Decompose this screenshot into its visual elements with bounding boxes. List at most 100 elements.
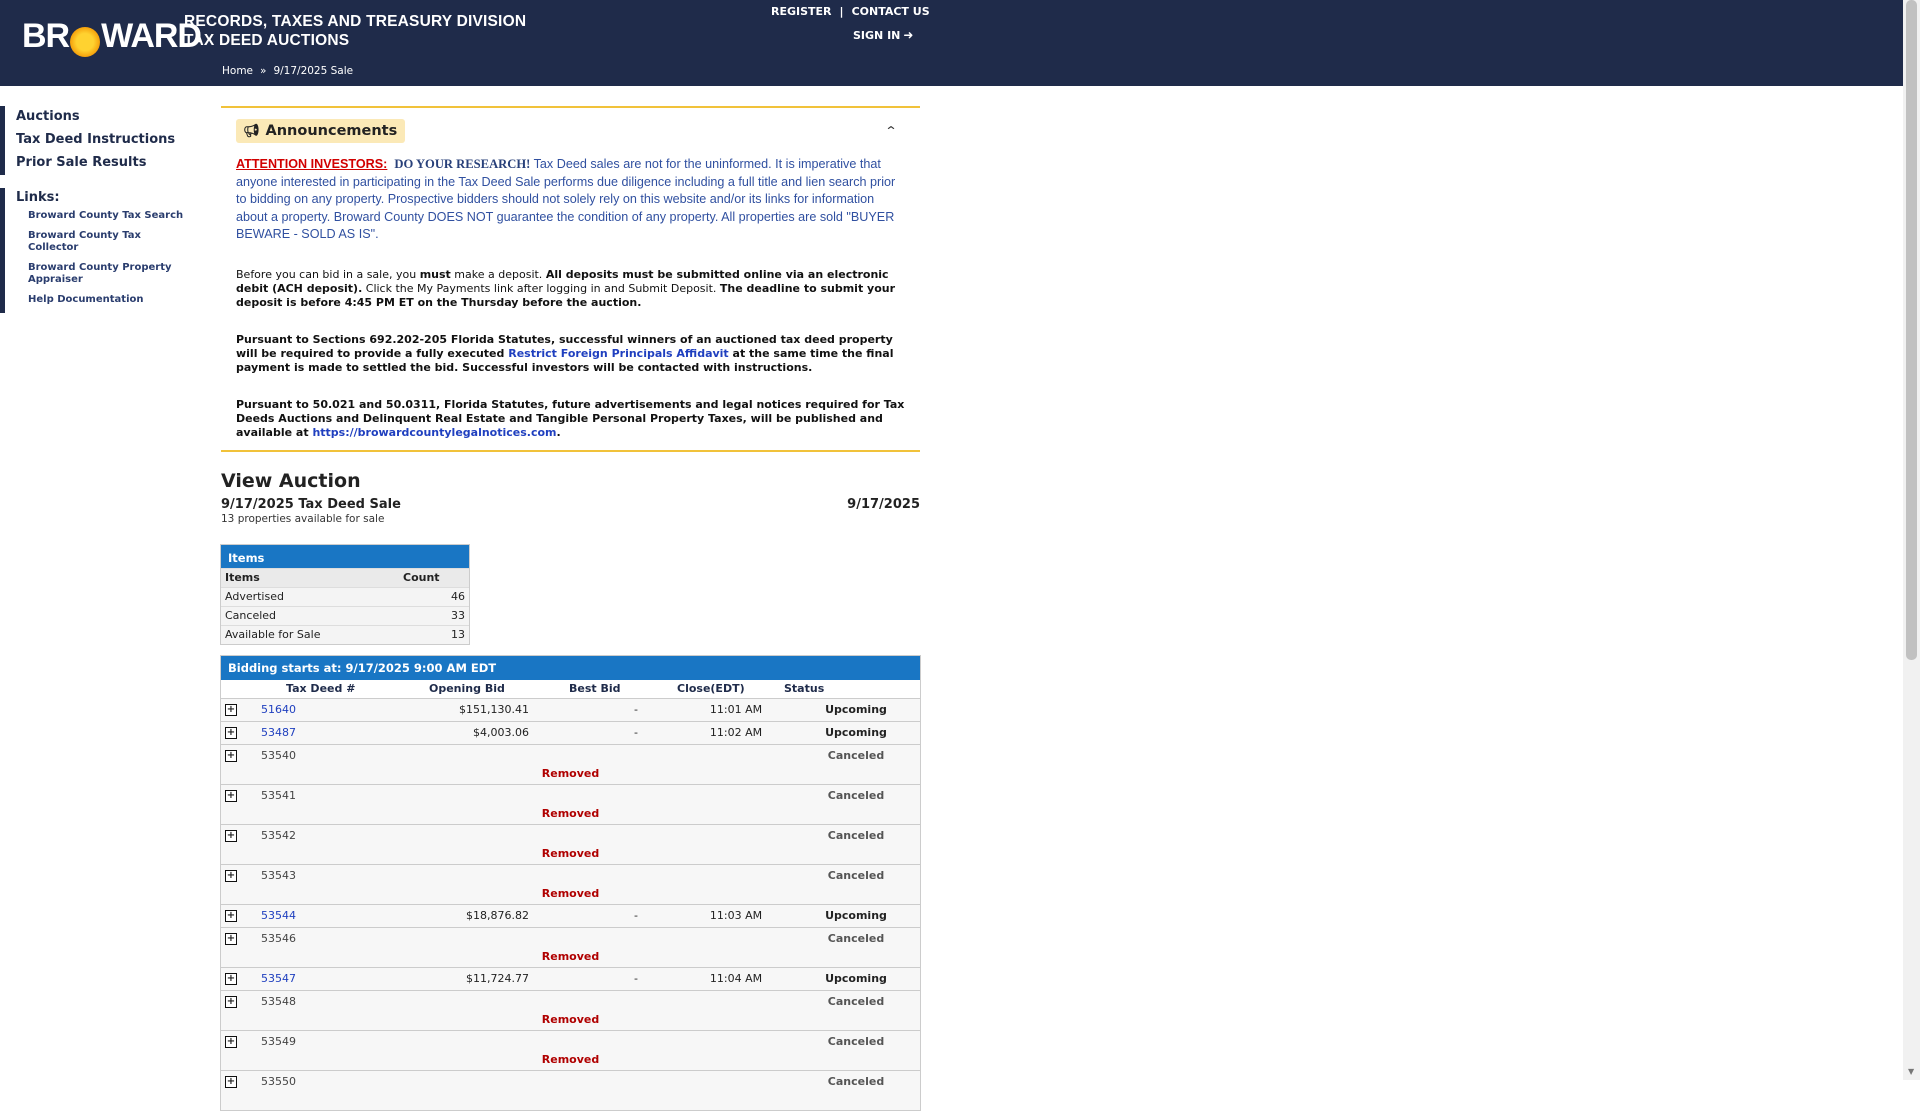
- opening-bid: $18,876.82: [466, 909, 529, 922]
- contact-us-link[interactable]: CONTACT US: [852, 5, 930, 18]
- expand-icon[interactable]: +: [225, 790, 237, 802]
- top-links: REGISTER | CONTACT US: [771, 5, 930, 18]
- expand-icon[interactable]: +: [225, 973, 237, 985]
- opening-bid: $11,724.77: [466, 972, 529, 985]
- removed-label: Removed: [541, 1053, 600, 1066]
- deposit-text-c: Click the My Payments link after logging…: [362, 281, 720, 295]
- expand-icon[interactable]: +: [225, 996, 237, 1008]
- division-title: RECORDS, TAXES AND TREASURY DIVISION TAX…: [184, 12, 526, 50]
- best-bid: -: [634, 909, 638, 922]
- table-row: + 53548 Canceled Removed: [221, 990, 920, 1030]
- table-row: + 53542 Canceled Removed: [221, 824, 920, 864]
- bidding-header-row: Tax Deed # Opening Bid Best Bid Close(ED…: [221, 680, 920, 698]
- announcements-title: Announcements: [265, 123, 398, 139]
- link-help-documentation[interactable]: Help Documentation: [5, 293, 210, 306]
- status-label: Canceled: [827, 749, 885, 762]
- sidebar-item-auctions[interactable]: Auctions: [5, 106, 210, 129]
- bidding-table: Bidding starts at: 9/17/2025 9:00 AM EDT…: [220, 655, 921, 1111]
- expand-icon[interactable]: +: [225, 910, 237, 922]
- bidding-caption: Bidding starts at: 9/17/2025 9:00 AM EDT: [221, 656, 920, 680]
- opening-bid: $151,130.41: [459, 703, 529, 716]
- items-count: 33: [451, 609, 465, 622]
- expand-icon[interactable]: +: [225, 727, 237, 739]
- items-caption: Items: [221, 545, 469, 568]
- announcement-legal-notices: Pursuant to 50.021 and 50.0311, Florida …: [236, 398, 906, 440]
- megaphone-icon: 📢︎: [243, 124, 260, 139]
- close-time: 11:02 AM: [709, 726, 763, 739]
- table-row: + 53547 $11,724.77 - 11:04 AM Upcoming: [221, 967, 920, 990]
- breadcrumb: Home » 9/17/2025 Sale: [222, 65, 353, 77]
- announcement-deposit: Before you can bid in a sale, you must m…: [236, 268, 906, 310]
- link-property-appraiser[interactable]: Broward County Property Appraiser: [5, 261, 178, 286]
- division-line-2: TAX DEED AUCTIONS: [184, 32, 350, 49]
- breadcrumb-home[interactable]: Home: [222, 65, 253, 77]
- sign-in-icon: ➜: [903, 28, 914, 42]
- tax-deed-number: 53548: [261, 995, 296, 1008]
- table-row: + 53549 Canceled Removed: [221, 1030, 920, 1070]
- chevron-up-icon[interactable]: ⌃: [884, 124, 897, 138]
- announcement-research: ATTENTION INVESTORS: DO YOUR RESEARCH! T…: [236, 156, 906, 244]
- sun-icon: [70, 27, 101, 57]
- sign-in-link[interactable]: SIGN IN ➜: [853, 28, 913, 42]
- expand-icon[interactable]: +: [225, 1076, 237, 1088]
- affidavit-link[interactable]: Restrict Foreign Principals Affidavit: [508, 347, 728, 360]
- items-row: Advertised 46: [221, 587, 469, 606]
- tax-deed-number: 53543: [261, 869, 296, 882]
- opening-bid: $4,003.06: [473, 726, 529, 739]
- tax-deed-number: 53550: [261, 1075, 296, 1088]
- expand-icon[interactable]: +: [225, 750, 237, 762]
- table-row: + 53540 Canceled Removed: [221, 744, 920, 784]
- status-label: Canceled: [827, 829, 885, 842]
- removed-label: Removed: [541, 887, 600, 900]
- items-row: Canceled 33: [221, 606, 469, 625]
- tax-deed-link[interactable]: 53547: [261, 968, 296, 990]
- header-best-bid: Best Bid: [569, 682, 621, 695]
- announcements-badge: 📢︎ Announcements: [236, 119, 406, 143]
- breadcrumb-separator: »: [260, 65, 267, 77]
- items-table: Items Items Count Advertised 46 Canceled…: [220, 544, 470, 645]
- register-link[interactable]: REGISTER: [771, 5, 832, 18]
- tax-deed-link[interactable]: 53487: [261, 722, 296, 744]
- status-label: Canceled: [827, 789, 885, 802]
- legal-notices-link[interactable]: https://browardcountylegalnotices.com: [312, 426, 556, 439]
- tax-deed-link[interactable]: 51640: [261, 699, 296, 721]
- tax-deed-number: 53542: [261, 829, 296, 842]
- removed-label: Removed: [541, 807, 600, 820]
- sign-in-label: SIGN IN: [853, 29, 901, 42]
- expand-icon[interactable]: +: [225, 704, 237, 716]
- scrollbar-thumb[interactable]: [1906, 0, 1917, 660]
- removed-label: Removed: [541, 847, 600, 860]
- tax-deed-number: 53549: [261, 1035, 296, 1048]
- deposit-must: must: [419, 267, 451, 281]
- items-count: 13: [451, 628, 465, 641]
- best-bid: -: [634, 703, 638, 716]
- breadcrumb-current: 9/17/2025 Sale: [273, 65, 354, 77]
- attention-label: ATTENTION INVESTORS:: [236, 157, 388, 171]
- sale-date: 9/17/2025: [847, 497, 920, 512]
- announcements-panel: 📢︎ Announcements ⌃ ATTENTION INVESTORS: D…: [221, 106, 920, 452]
- expand-icon[interactable]: +: [225, 1036, 237, 1048]
- page-scrollbar[interactable]: ▼: [1903, 0, 1920, 1080]
- link-tax-collector[interactable]: Broward County Tax Collector: [5, 229, 148, 254]
- deposit-text-a: Before you can bid in a sale, you: [236, 267, 420, 281]
- expand-icon[interactable]: +: [225, 933, 237, 945]
- tax-deed-number: 53541: [261, 789, 296, 802]
- table-row: + 53541 Canceled Removed: [221, 784, 920, 824]
- table-row: + 53546 Canceled Removed: [221, 927, 920, 967]
- tax-deed-link[interactable]: 53544: [261, 905, 296, 927]
- close-time: 11:03 AM: [709, 909, 763, 922]
- header-tax-deed: Tax Deed #: [286, 682, 356, 695]
- sidebar-links: Links: Broward County Tax Search Broward…: [0, 188, 210, 313]
- sale-name: 9/17/2025 Tax Deed Sale: [221, 497, 401, 512]
- broward-logo[interactable]: BR WARD: [22, 10, 202, 62]
- expand-icon[interactable]: +: [225, 870, 237, 882]
- items-label: Available for Sale: [225, 628, 321, 641]
- header-opening-bid: Opening Bid: [429, 682, 505, 695]
- link-tax-search[interactable]: Broward County Tax Search: [5, 209, 210, 222]
- sidebar-item-prior-sale-results[interactable]: Prior Sale Results: [5, 152, 210, 175]
- expand-icon[interactable]: +: [225, 830, 237, 842]
- sidebar-item-tax-deed-instructions[interactable]: Tax Deed Instructions: [5, 129, 210, 152]
- header-close: Close(EDT): [677, 682, 745, 695]
- scroll-down-arrow-icon[interactable]: ▼: [1908, 1067, 1914, 1076]
- sidebar-nav: Auctions Tax Deed Instructions Prior Sal…: [0, 106, 210, 175]
